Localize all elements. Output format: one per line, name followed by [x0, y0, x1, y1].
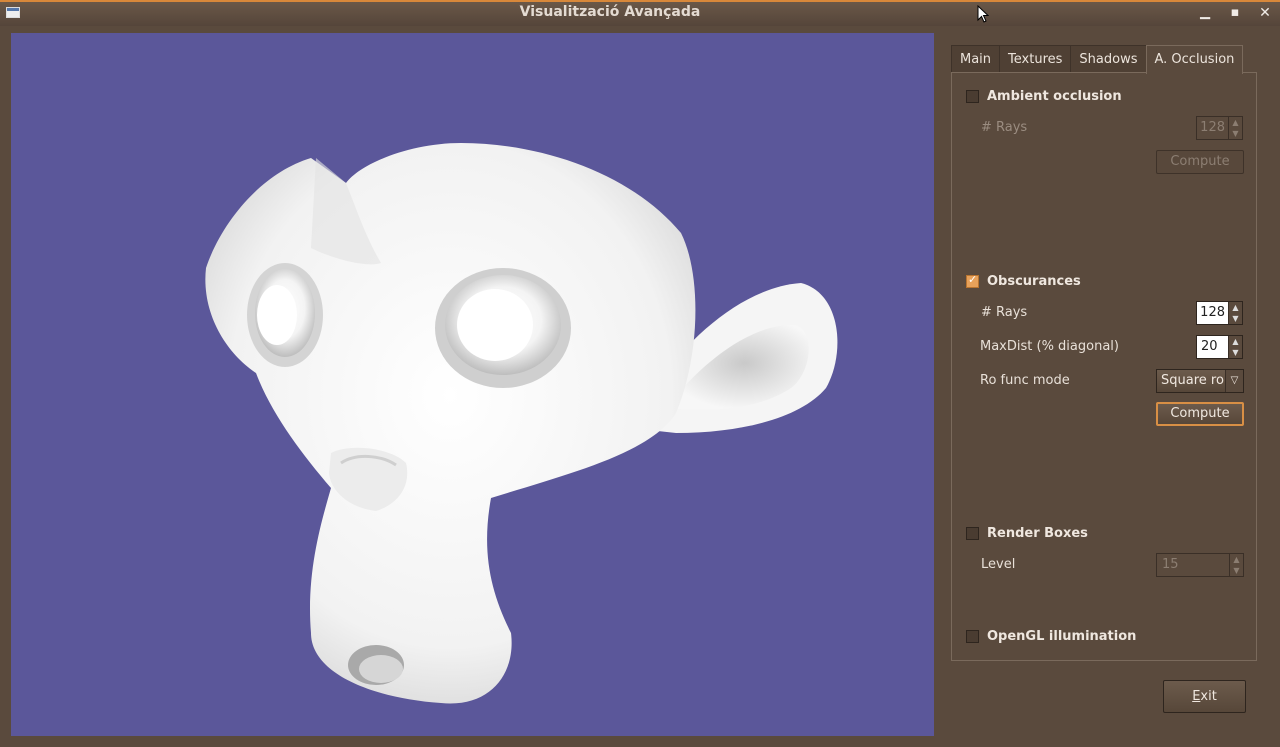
obscurances-label: Obscurances [987, 274, 1081, 289]
obs-compute-button[interactable]: Compute [1156, 402, 1244, 426]
ao-rays-value: 128 [1200, 120, 1225, 135]
ambient-occlusion-checkbox[interactable] [966, 90, 979, 103]
title-bar[interactable]: Visualització Avançada ▁ ▪ ✕ [0, 0, 1280, 26]
tab-ambient-occlusion[interactable]: A. Occlusion [1145, 45, 1244, 74]
close-icon[interactable]: ✕ [1256, 4, 1274, 22]
obs-rays-label: # Rays [981, 305, 1028, 320]
spin-arrows-icon[interactable]: ▲ ▼ [1228, 302, 1242, 324]
level-label: Level [981, 557, 1016, 572]
tab-shadows[interactable]: Shadows [1070, 45, 1147, 73]
window-title: Visualització Avançada [519, 4, 701, 20]
ro-func-value: Square ro [1161, 373, 1224, 388]
monkey-model [205, 143, 838, 704]
minimize-icon[interactable]: ▁ [1196, 4, 1214, 22]
ambient-occlusion-label: Ambient occlusion [987, 89, 1122, 104]
ao-rays-spinbox[interactable]: 128 ▲ ▼ [1196, 116, 1243, 140]
tab-main[interactable]: Main [951, 45, 1001, 73]
ro-func-label: Ro func mode [980, 373, 1070, 388]
spin-arrows-icon[interactable]: ▲ ▼ [1229, 554, 1243, 576]
ao-compute-button[interactable]: Compute [1156, 150, 1244, 174]
obs-rays-value: 128 [1200, 305, 1225, 320]
exit-button[interactable]: Exit [1163, 680, 1246, 713]
obscurances-checkbox[interactable] [966, 273, 979, 288]
ro-func-select[interactable]: Square ro ▽ [1156, 369, 1244, 393]
maxdist-value: 20 [1201, 339, 1218, 354]
maximize-icon[interactable]: ▪ [1226, 4, 1244, 22]
mouse-cursor-icon [977, 5, 989, 23]
maxdist-label: MaxDist (% diagonal) [980, 339, 1119, 354]
opengl-illumination-checkbox[interactable] [966, 630, 979, 643]
tab-textures[interactable]: Textures [999, 45, 1072, 73]
level-spinbox[interactable]: 15 ▲ ▼ [1156, 553, 1244, 577]
obs-rays-spinbox[interactable]: 128 ▲ ▼ [1196, 301, 1243, 325]
spin-arrows-icon[interactable]: ▲ ▼ [1228, 336, 1242, 358]
chevron-down-icon: ▽ [1225, 370, 1243, 392]
level-value: 15 [1162, 557, 1179, 572]
tab-bar: Main Textures Shadows A. Occlusion [951, 45, 1244, 74]
ao-rays-label: # Rays [981, 120, 1028, 135]
exit-label: xit [1200, 689, 1217, 704]
render-boxes-label: Render Boxes [987, 526, 1088, 541]
spin-arrows-icon[interactable]: ▲ ▼ [1228, 117, 1242, 139]
gl-viewport[interactable] [11, 33, 934, 736]
maxdist-spinbox[interactable]: 20 ▲ ▼ [1196, 335, 1243, 359]
render-boxes-checkbox[interactable] [966, 527, 979, 540]
opengl-illumination-label: OpenGL illumination [987, 629, 1137, 644]
